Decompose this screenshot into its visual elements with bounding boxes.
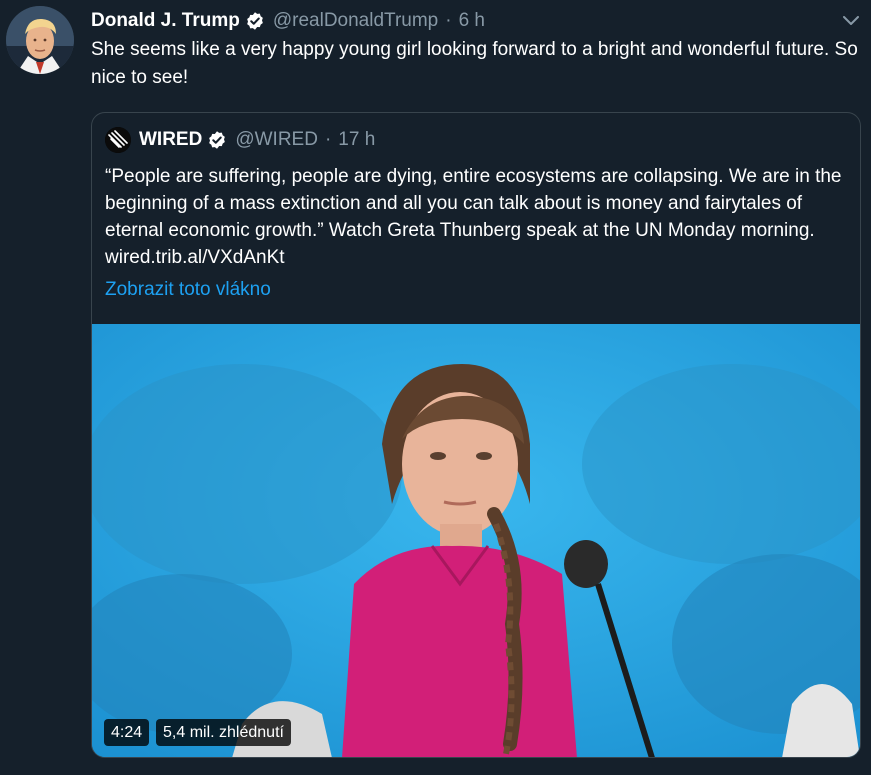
- quoted-tweet[interactable]: WIRED @WIRED · 17 h “People are sufferin…: [91, 112, 861, 758]
- quoted-tweet-header: WIRED @WIRED · 17 h: [105, 127, 375, 153]
- author-handle[interactable]: @realDonaldTrump: [273, 10, 438, 32]
- quoted-author-handle[interactable]: @WIRED: [235, 129, 318, 151]
- avatar-image: [6, 6, 74, 74]
- tweet-text: She seems like a very happy young girl l…: [91, 39, 858, 88]
- verified-badge-icon: [207, 130, 227, 150]
- tweet-time[interactable]: 6 h: [459, 10, 485, 32]
- header-separator: ·: [445, 10, 452, 31]
- quoted-author-name[interactable]: WIRED: [139, 129, 202, 151]
- show-thread-link[interactable]: Zobrazit toto vlákno: [105, 279, 271, 301]
- chevron-down-icon[interactable]: [840, 10, 862, 32]
- author-name[interactable]: Donald J. Trump: [91, 10, 240, 32]
- avatar[interactable]: [6, 6, 74, 74]
- tweet-header: Donald J. Trump @realDonaldTrump · 6 h: [91, 8, 485, 34]
- verified-badge-icon: [245, 11, 265, 31]
- wired-logo-icon: [105, 127, 131, 153]
- video-thumbnail: [92, 324, 860, 757]
- video-duration: 4:24: [104, 719, 150, 746]
- quoted-tweet-text: “People are suffering, people are dying,…: [105, 166, 842, 268]
- video-view-count: 5,4 mil. zhlédnutí: [156, 719, 291, 746]
- quoted-header-separator: ·: [324, 129, 332, 150]
- video-player[interactable]: [92, 324, 860, 757]
- quoted-tweet-time[interactable]: 17 h: [338, 129, 375, 151]
- tweet: Donald J. Trump @realDonaldTrump · 6 h S…: [0, 0, 871, 775]
